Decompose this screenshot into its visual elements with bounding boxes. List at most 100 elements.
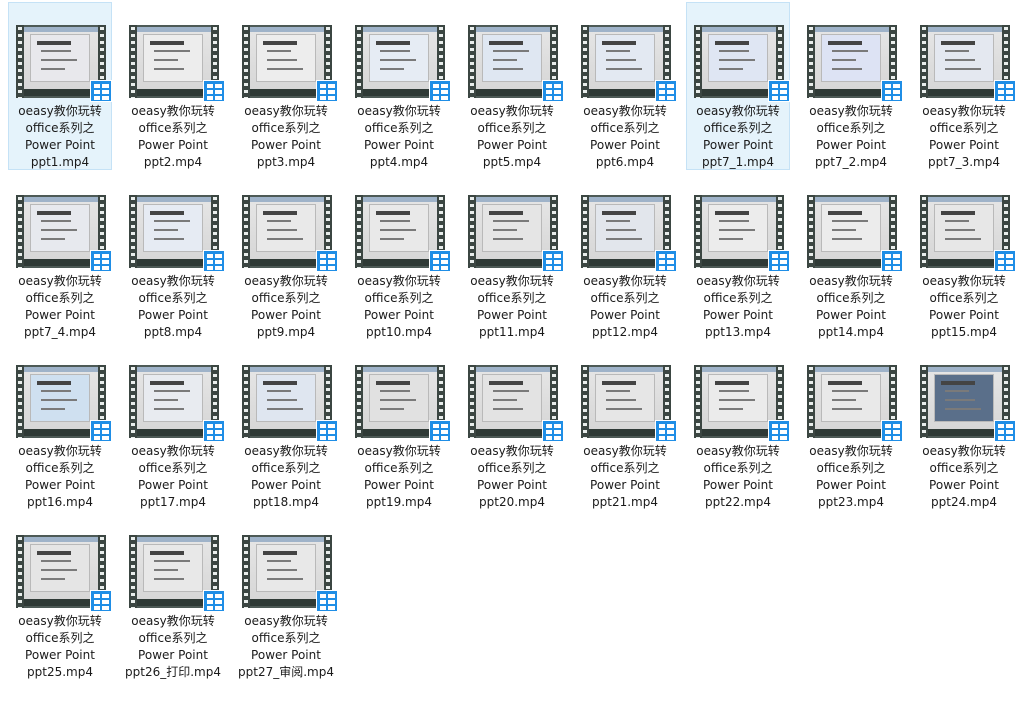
file-item[interactable]: oeasy教你玩转 office系列之 Power Point ppt26_打印.mp… (121, 512, 225, 680)
slide-text-line (493, 220, 529, 222)
slide-text-line (267, 59, 297, 61)
file-item[interactable]: oeasy教你玩转 office系列之 Power Point ppt11.mp4 (460, 172, 564, 340)
file-name-line: office系列之 (590, 121, 660, 135)
film-strip-left (581, 365, 589, 438)
file-item[interactable]: oeasy教你玩转 office系列之 Power Point ppt4.mp4 (347, 2, 451, 170)
frame-footer (589, 429, 663, 436)
file-item[interactable]: oeasy教你玩转 office系列之 Power Point ppt24.mp4 (912, 342, 1016, 510)
file-item[interactable]: oeasy教你玩转 office系列之 Power Point ppt1.mp4 (8, 2, 112, 170)
film-strip-left (581, 25, 589, 98)
icon-cell (546, 96, 552, 100)
file-item[interactable]: oeasy教你玩转 office系列之 Power Point ppt15.mp4 (912, 172, 1016, 340)
frame-toolbar (137, 27, 211, 32)
file-name-line: ppt21.mp4 (592, 495, 658, 509)
icon-cell (885, 96, 891, 100)
slide-preview (369, 204, 429, 252)
icon-cell (328, 424, 335, 428)
slide-preview (143, 374, 203, 422)
video-file-icon (655, 80, 677, 102)
slide-text-line (602, 41, 636, 45)
file-item[interactable]: oeasy教你玩转 office系列之 Power Point ppt27_审阅.mp… (234, 512, 338, 680)
slide-text-line (719, 68, 743, 70)
file-item[interactable]: oeasy教你玩转 office系列之 Power Point ppt2.mp4 (121, 2, 225, 170)
slide-text-line (380, 59, 416, 61)
video-file-icon (316, 80, 338, 102)
slide-text-line (493, 408, 523, 410)
file-name-line: ppt20.mp4 (479, 495, 545, 509)
video-thumbnail (129, 195, 225, 272)
file-item[interactable]: oeasy教你玩转 office系列之 Power Point ppt17.mp4 (121, 342, 225, 510)
file-item[interactable]: oeasy教你玩转 office系列之 Power Point ppt14.mp4 (799, 172, 903, 340)
file-item[interactable]: oeasy教你玩转 office系列之 Power Point ppt6.mp4 (573, 2, 677, 170)
file-name-line: ppt2.mp4 (143, 155, 203, 169)
file-item[interactable]: oeasy教你玩转 office系列之 Power Point ppt20.mp4 (460, 342, 564, 510)
video-thumbnail (129, 365, 225, 442)
file-item[interactable]: oeasy教你玩转 office系列之 Power Point ppt7_1.mp4 (686, 2, 790, 170)
icon-cell (893, 254, 900, 258)
file-name-line: office系列之 (251, 291, 321, 305)
slide-preview (30, 374, 90, 422)
file-item[interactable]: oeasy教你玩转 office系列之 Power Point ppt19.mp4 (347, 342, 451, 510)
icon-cell (207, 594, 213, 598)
file-item[interactable]: oeasy教你玩转 office系列之 Power Point ppt25.mp4 (8, 512, 112, 680)
video-frame (702, 367, 776, 436)
video-thumbnail (920, 25, 1016, 102)
file-item[interactable]: oeasy教你玩转 office系列之 Power Point ppt7_2.mp4 (799, 2, 903, 170)
file-name-line: ppt22.mp4 (705, 495, 771, 509)
file-item[interactable]: oeasy教你玩转 office系列之 Power Point ppt10.mp4 (347, 172, 451, 340)
file-item[interactable]: oeasy教你玩转 office系列之 Power Point ppt22.mp4 (686, 342, 790, 510)
file-name-line: oeasy教你玩转 (470, 274, 554, 288)
frame-toolbar (24, 27, 98, 32)
icon-cell (433, 260, 439, 264)
slide-text-line (493, 68, 523, 70)
file-item[interactable]: oeasy教你玩转 office系列之 Power Point ppt23.mp4 (799, 342, 903, 510)
icon-cell (1006, 84, 1013, 88)
icon-cell (215, 266, 222, 270)
file-item[interactable]: oeasy教你玩转 office系列之 Power Point ppt7_4.mp4 (8, 172, 112, 340)
file-item[interactable]: oeasy教你玩转 office系列之 Power Point ppt12.mp4 (573, 172, 677, 340)
frame-toolbar (363, 27, 437, 32)
file-item[interactable]: oeasy教你玩转 office系列之 Power Point ppt21.mp4 (573, 342, 677, 510)
icon-cell (433, 430, 439, 434)
slide-text-line (606, 50, 630, 52)
frame-footer (137, 89, 211, 96)
slide-text-line (154, 578, 184, 580)
slide-text-line (267, 238, 303, 240)
icon-cell (780, 424, 787, 428)
file-item[interactable]: oeasy教你玩转 office系列之 Power Point ppt3.mp4 (234, 2, 338, 170)
icon-cell (885, 436, 891, 440)
file-name: oeasy教你玩转 office系列之 Power Point ppt18.mp4 (235, 443, 337, 511)
frame-footer (24, 259, 98, 266)
file-name-line: ppt17.mp4 (140, 495, 206, 509)
frame-toolbar (589, 197, 663, 202)
icon-cell (207, 436, 213, 440)
file-name: oeasy教你玩转 office系列之 Power Point ppt22.mp4 (687, 443, 789, 511)
file-name-line: oeasy教你玩转 (922, 444, 1006, 458)
file-item[interactable]: oeasy教你玩转 office系列之 Power Point ppt16.mp4 (8, 342, 112, 510)
slide-text-line (380, 399, 416, 401)
file-name-line: Power Point (477, 138, 547, 152)
file-item[interactable]: oeasy教你玩转 office系列之 Power Point ppt8.mp4 (121, 172, 225, 340)
icon-cell (94, 84, 100, 88)
file-item[interactable]: oeasy教你玩转 office系列之 Power Point ppt13.mp4 (686, 172, 790, 340)
file-name-line: Power Point (364, 138, 434, 152)
video-thumbnail (468, 365, 564, 442)
file-name: oeasy教你玩转 office系列之 Power Point ppt14.mp4 (800, 273, 902, 341)
frame-toolbar (928, 197, 1002, 202)
file-name: oeasy教你玩转 office系列之 Power Point ppt6.mp4 (574, 103, 676, 171)
file-item[interactable]: oeasy教你玩转 office系列之 Power Point ppt7_3.mp4 (912, 2, 1016, 170)
slide-text-line (41, 408, 65, 410)
icon-cell (215, 436, 222, 440)
slide-text-line (376, 41, 410, 45)
icon-cell (998, 424, 1004, 428)
slide-text-line (715, 211, 749, 215)
video-file-icon (768, 250, 790, 272)
file-item[interactable]: oeasy教你玩转 office系列之 Power Point ppt9.mp4 (234, 172, 338, 340)
icon-cell (546, 84, 552, 88)
icon-cell (659, 436, 665, 440)
file-item[interactable]: oeasy教你玩转 office系列之 Power Point ppt5.mp4 (460, 2, 564, 170)
film-strip-left (129, 535, 137, 608)
file-item[interactable]: oeasy教你玩转 office系列之 Power Point ppt18.mp4 (234, 342, 338, 510)
file-name-line: Power Point (251, 308, 321, 322)
icon-cell (102, 424, 109, 428)
